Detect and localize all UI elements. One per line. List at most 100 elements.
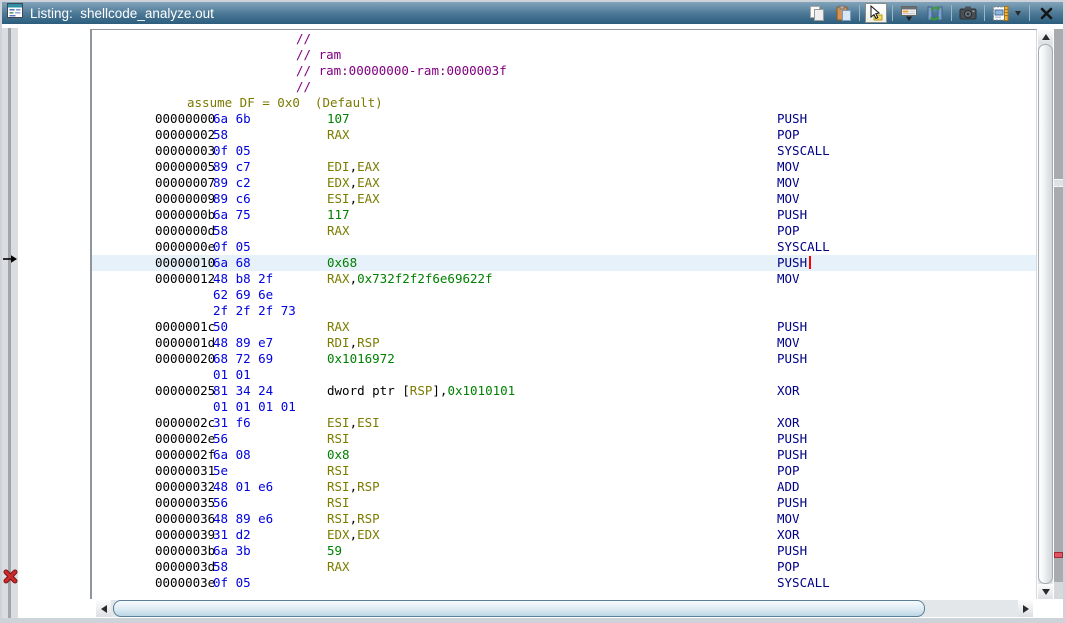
bytes-field[interactable]: 56 [213,431,228,447]
register-operand[interactable]: EDX [327,527,350,542]
operand-text[interactable]: , [350,159,358,174]
operand-text[interactable]: , [350,415,358,430]
address-field[interactable]: 00000005 [155,159,215,175]
register-operand[interactable]: RSI [327,431,350,446]
address-field[interactable]: 00000036 [155,511,215,527]
mnemonic-field[interactable]: POP [777,127,800,143]
address-field[interactable]: 0000003e [155,575,215,591]
listing-line[interactable]: 0000002068 72 69 0x1016972 PUSH [92,351,1036,367]
listing-line[interactable]: 0000002581 34 24dword ptr [RSP],0x101010… [92,383,1036,399]
comment-field[interactable]: // ram [296,47,341,63]
register-operand[interactable]: RAX [327,223,350,238]
mnemonic-field[interactable]: PUSH [777,447,807,463]
register-operand[interactable]: ESI [327,191,350,206]
operands-field[interactable]: RSI,RSP [327,479,380,495]
operand-text[interactable]: , [350,511,358,526]
operands-field[interactable]: RAX [327,223,350,239]
listing-line[interactable]: 0000003556RSIPUSH [92,495,1036,511]
constant-operand[interactable]: 107 [327,111,350,126]
constant-operand[interactable]: 59 [327,543,342,558]
listing-line[interactable]: // [92,79,1036,95]
register-operand[interactable]: ESI [357,415,380,430]
listing-line[interactable]: 01 01 [92,367,1036,383]
operand-text[interactable]: dword ptr [ [327,383,410,398]
listing-line[interactable]: 0000001c50RAXPUSH [92,319,1036,335]
operands-field[interactable]: ESI,EAX [327,191,380,207]
register-operand[interactable]: RAX [327,271,350,286]
operands-field[interactable]: RAX [327,127,350,143]
paste-button[interactable] [832,3,854,23]
scroll-right-button[interactable] [1018,600,1033,617]
address-field[interactable]: 0000001d [155,335,215,351]
operand-text[interactable]: , [350,191,358,206]
constant-operand[interactable]: 0x8 [327,447,350,462]
constant-operand[interactable]: 0x732f2f2f6e69622f [357,271,492,286]
address-field[interactable]: 00000007 [155,175,215,191]
address-field[interactable]: 00000010 [155,255,215,271]
listing-line[interactable]: 62 69 6e [92,287,1036,303]
operands-field[interactable]: ESI,ESI [327,415,380,431]
comment-field[interactable]: // [296,31,311,47]
listing-line[interactable]: 0000003d58RAXPOP [92,559,1036,575]
listing-line[interactable]: // [92,31,1036,47]
operand-text[interactable]: ], [432,383,447,398]
operands-field[interactable]: RDI,RSP [327,335,380,351]
bytes-field[interactable]: 68 72 69 [213,351,273,367]
mnemonic-field[interactable]: PUSH [777,543,807,559]
operand-text[interactable]: , [350,479,358,494]
register-operand[interactable]: RSP [357,479,380,494]
mnemonic-field[interactable]: PUSH [777,207,807,223]
mnemonic-field[interactable]: POP [777,559,800,575]
bytes-field[interactable]: 58 [213,559,228,575]
bytes-field[interactable]: 6a 75 [213,207,251,223]
overview-margin[interactable] [1054,29,1063,599]
mnemonic-field[interactable]: XOR [777,415,800,431]
address-field[interactable]: 00000031 [155,463,215,479]
operands-field[interactable]: dword ptr [RSP],0x1010101 [327,383,515,399]
listing-line[interactable]: 0000000d58RAXPOP [92,223,1036,239]
horizontal-scrollbar[interactable] [96,600,1033,617]
mnemonic-field[interactable]: PUSH [777,351,807,367]
register-operand[interactable]: RSP [410,383,433,398]
listing-line[interactable]: 2f 2f 2f 73 [92,303,1036,319]
operands-field[interactable]: RAX,0x732f2f2f6e69622f [327,271,493,287]
listing-line[interactable]: 0000003e0f 05 SYSCALL [92,575,1036,591]
operand-text[interactable]: , [350,175,358,190]
comment-field[interactable]: // ram:00000000-ram:0000003f [296,63,507,79]
operands-field[interactable]: EDX,EAX [327,175,380,191]
mnemonic-field[interactable]: MOV [777,175,800,191]
diff-view-button[interactable] [990,3,1012,23]
register-operand[interactable]: RDI [327,335,350,350]
listing-line[interactable]: 0000000e0f 05SYSCALL [92,239,1036,255]
address-field[interactable]: 00000020 [155,351,215,367]
constant-operand[interactable]: 0x1016972 [327,351,395,366]
register-operand[interactable]: RAX [327,559,350,574]
disassembly-listing[interactable]: //// ram// ram:00000000-ram:0000003f//as… [90,29,1037,599]
bytes-field[interactable]: 31 d2 [213,527,251,543]
register-operand[interactable]: EDI [327,159,350,174]
operands-field[interactable]: RSI [327,495,350,511]
operands-field[interactable]: 0x68 [327,255,357,271]
mnemonic-field[interactable]: ADD [777,479,800,495]
mnemonic-field[interactable]: SYSCALL [777,239,830,255]
constant-operand[interactable]: 0x68 [327,255,357,270]
register-operand[interactable]: RSP [357,335,380,350]
operands-field[interactable]: RSI,RSP [327,511,380,527]
mnemonic-field[interactable]: SYSCALL [777,575,830,591]
bytes-field[interactable]: 89 c7 [213,159,251,175]
bytes-field[interactable]: 0f 05 [213,575,251,591]
listing-line[interactable]: 0000000258RAXPOP [92,127,1036,143]
listing-line[interactable]: 000000006a 6b107PUSH [92,111,1036,127]
address-field[interactable]: 00000003 [155,143,215,159]
address-field[interactable]: 0000002f [155,447,215,463]
listing-line[interactable]: 0000003b6a 3b59PUSH [92,543,1036,559]
horizontal-scrollbar-thumb[interactable] [113,600,925,617]
bytes-field[interactable]: 6a 3b [213,543,251,559]
bytes-field[interactable]: 48 b8 2f [213,271,273,287]
register-operand[interactable]: EAX [357,159,380,174]
bytes-field[interactable]: 62 69 6e [213,287,273,303]
address-field[interactable]: 0000000d [155,223,215,239]
vertical-scrollbar[interactable] [1038,29,1053,599]
listing-line[interactable]: 000000030f 05SYSCALL [92,143,1036,159]
operands-field[interactable]: 107 [327,111,350,127]
